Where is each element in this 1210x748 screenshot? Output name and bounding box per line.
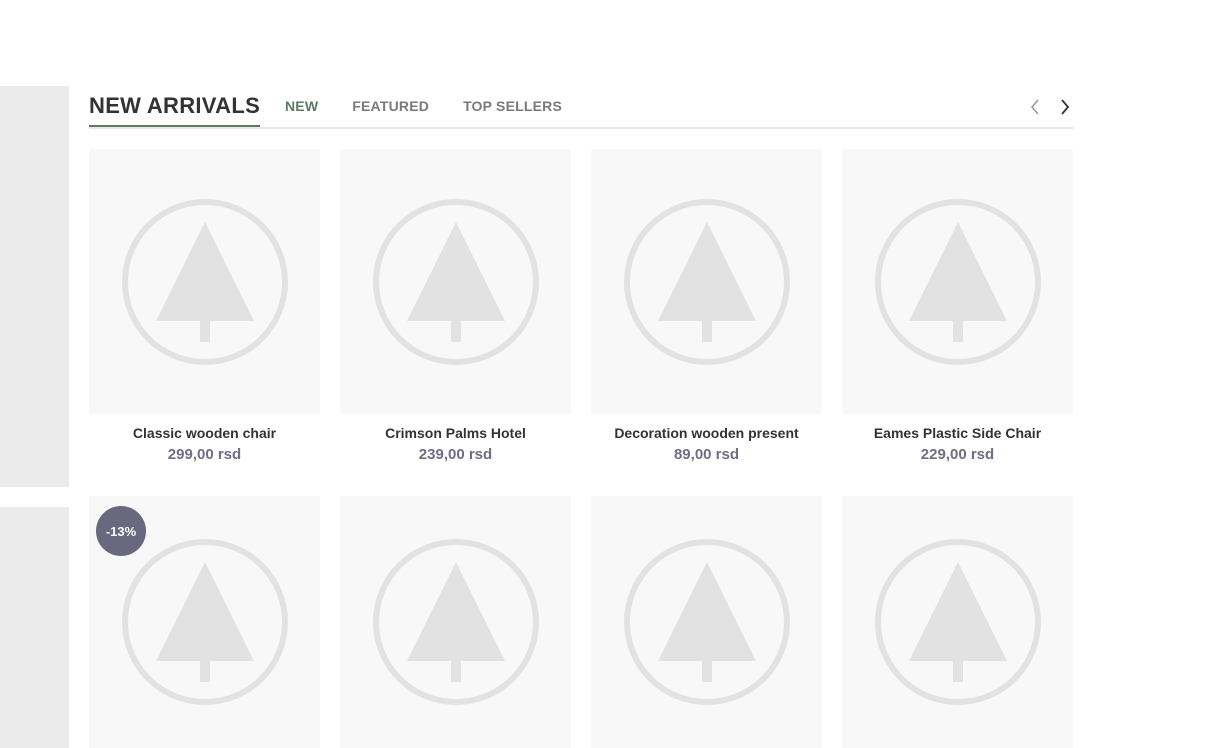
product-image[interactable] bbox=[591, 149, 822, 414]
product-price: 239,00 rsd bbox=[418, 446, 493, 463]
tree-placeholder-icon bbox=[874, 539, 1041, 705]
product-image[interactable] bbox=[340, 149, 571, 414]
side-banner-top[interactable] bbox=[0, 86, 69, 487]
side-banner-bottom[interactable] bbox=[0, 507, 69, 748]
product-tabs: NEW FEATURED TOP SELLERS bbox=[285, 98, 562, 114]
product-image[interactable] bbox=[89, 149, 320, 414]
product-name[interactable]: Crimson Palms Hotel bbox=[340, 425, 571, 441]
product-name[interactable]: Eames Plastic Side Chair bbox=[842, 425, 1073, 441]
tree-placeholder-icon bbox=[372, 539, 539, 705]
product-image[interactable] bbox=[340, 496, 571, 748]
product-card[interactable]: Decoration wooden present 89,00 rsd bbox=[591, 149, 822, 463]
tab-featured[interactable]: FEATURED bbox=[352, 98, 429, 114]
product-card[interactable] bbox=[842, 496, 1073, 748]
product-name[interactable]: Decoration wooden present bbox=[591, 425, 822, 441]
product-card[interactable]: -13% bbox=[89, 496, 320, 748]
product-image[interactable] bbox=[842, 149, 1073, 414]
discount-badge: -13% bbox=[96, 506, 146, 556]
tree-placeholder-icon bbox=[372, 198, 539, 365]
product-name[interactable]: Classic wooden chair bbox=[89, 425, 320, 441]
chevron-left-icon[interactable] bbox=[1026, 95, 1044, 119]
product-card[interactable] bbox=[340, 496, 571, 748]
tree-placeholder-icon bbox=[121, 539, 288, 705]
product-grid-row-2: -13% bbox=[89, 496, 1074, 748]
product-image[interactable] bbox=[842, 496, 1073, 748]
tree-placeholder-icon bbox=[121, 198, 288, 365]
carousel-nav bbox=[1026, 95, 1074, 119]
product-price: 299,00 rsd bbox=[167, 446, 242, 463]
page: NEW ARRIVALS NEW FEATURED TOP SELLERS Cl… bbox=[0, 0, 1210, 748]
product-image[interactable] bbox=[591, 496, 822, 748]
product-price: 89,00 rsd bbox=[673, 446, 740, 463]
product-card[interactable]: Crimson Palms Hotel 239,00 rsd bbox=[340, 149, 571, 463]
tab-top-sellers[interactable]: TOP SELLERS bbox=[463, 98, 562, 114]
section-title: NEW ARRIVALS bbox=[89, 94, 261, 127]
section-header: NEW ARRIVALS NEW FEATURED TOP SELLERS bbox=[89, 86, 1074, 129]
tree-placeholder-icon bbox=[623, 539, 790, 705]
tab-new[interactable]: NEW bbox=[285, 98, 318, 114]
chevron-right-icon[interactable] bbox=[1056, 95, 1074, 119]
product-grid-row-1: Classic wooden chair 299,00 rsd Crimson … bbox=[89, 149, 1074, 463]
product-card[interactable] bbox=[591, 496, 822, 748]
product-price: 229,00 rsd bbox=[920, 446, 995, 463]
tree-placeholder-icon bbox=[623, 198, 790, 365]
tree-placeholder-icon bbox=[874, 198, 1041, 365]
product-card[interactable]: Eames Plastic Side Chair 229,00 rsd bbox=[842, 149, 1073, 463]
product-card[interactable]: Classic wooden chair 299,00 rsd bbox=[89, 149, 320, 463]
